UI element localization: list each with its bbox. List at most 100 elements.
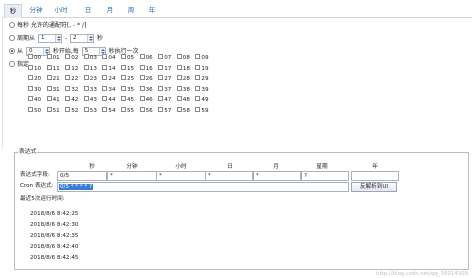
second-checkbox-item[interactable]: 21 [46,75,60,83]
week-field[interactable]: ? [301,171,349,181]
second-checkbox-item[interactable]: 22 [65,75,78,83]
second-checkbox-item[interactable]: 39 [195,85,209,94]
checkbox-icon[interactable] [195,75,201,81]
second-checkbox-item[interactable]: 43 [83,96,97,104]
checkbox-icon[interactable] [176,107,182,112]
second-checkbox-item[interactable]: 41 [46,96,60,104]
checkbox-icon[interactable] [83,96,89,102]
checkbox-icon[interactable] [158,96,164,102]
checkbox-icon[interactable] [158,54,164,59]
second-checkbox-item[interactable]: 59 [195,107,209,115]
second-checkbox-item[interactable]: 57 [158,107,171,115]
second-checkbox-item[interactable]: 23 [83,75,97,83]
checkbox-icon[interactable] [195,96,201,102]
checkbox-icon[interactable] [102,107,108,112]
checkbox-icon[interactable] [195,54,201,59]
cycle-from-spinner[interactable]: 1 [37,34,62,43]
checkbox-icon[interactable] [139,107,145,112]
second-checkbox-item[interactable]: 10 [28,64,41,73]
checkbox-icon[interactable] [176,96,182,102]
parse-to-ui-button[interactable]: 反解析到UI [351,182,397,192]
second-checkbox-item[interactable]: 38 [176,85,190,94]
second-checkbox-item[interactable]: 50 [28,107,41,115]
checkbox-icon[interactable] [121,85,126,91]
second-checkbox-item[interactable]: 32 [65,85,78,94]
second-checkbox-item[interactable]: 52 [65,107,78,115]
second-checkbox-item[interactable]: 53 [83,107,97,115]
checkbox-icon[interactable] [176,75,182,81]
checkbox-icon[interactable] [139,64,145,70]
second-checkbox-item[interactable]: 14 [102,64,116,73]
second-checkbox-item[interactable]: 15 [121,64,134,73]
spinner-arrows-icon[interactable] [54,35,61,42]
checkbox-icon[interactable] [65,85,71,91]
checkbox-icon[interactable] [176,85,182,91]
checkbox-icon[interactable] [65,107,71,112]
second-checkbox-item[interactable]: 34 [102,85,116,94]
second-checkbox-item[interactable]: 24 [102,75,116,83]
second-checkbox-item[interactable]: 48 [176,96,190,104]
checkbox-icon[interactable] [65,75,71,81]
checkbox-icon[interactable] [102,85,108,91]
second-checkbox-item[interactable]: 07 [158,54,171,62]
second-checkbox-item[interactable]: 00 [28,54,41,62]
checkbox-icon[interactable] [158,107,164,112]
checkbox-icon[interactable] [121,54,126,59]
checkbox-icon[interactable] [28,54,33,59]
second-checkbox-item[interactable]: 36 [139,85,153,94]
checkbox-icon[interactable] [158,64,164,70]
second-checkbox-item[interactable]: 58 [176,107,190,115]
second-checkbox-item[interactable]: 27 [158,75,171,83]
checkbox-icon[interactable] [139,75,145,81]
checkbox-icon[interactable] [46,64,52,70]
checkbox-icon[interactable] [176,64,182,70]
cron-expression-input[interactable]: 0/5 * * * * ? [57,182,349,192]
option-cycle[interactable]: 周期从 1 - 2 秒 [9,34,103,44]
checkbox-icon[interactable] [28,107,33,112]
checkbox-icon[interactable] [158,75,164,81]
second-checkbox-item[interactable]: 26 [139,75,153,83]
checkbox-icon[interactable] [46,54,52,59]
checkbox-icon[interactable] [139,85,145,91]
radio-icon[interactable] [9,21,15,28]
tab-month[interactable]: 月 [101,4,119,18]
second-checkbox-item[interactable]: 17 [158,64,171,73]
second-checkbox-item[interactable]: 55 [121,107,134,115]
second-checkbox-item[interactable]: 09 [195,54,209,62]
second-checkbox-item[interactable]: 19 [195,64,209,73]
second-checkbox-item[interactable]: 49 [195,96,209,104]
radio-selected-icon[interactable] [9,47,15,54]
checkbox-icon[interactable] [28,85,33,91]
checkbox-icon[interactable] [139,54,145,59]
second-checkbox-item[interactable]: 25 [121,75,134,83]
second-checkbox-item[interactable]: 11 [46,64,60,73]
second-checkbox-item[interactable]: 47 [158,96,171,104]
checkbox-icon[interactable] [83,75,89,81]
checkbox-icon[interactable] [195,85,201,91]
second-checkbox-item[interactable]: 29 [195,75,209,83]
checkbox-icon[interactable] [83,85,89,91]
radio-icon[interactable] [9,34,15,41]
checkbox-icon[interactable] [28,64,33,70]
second-checkbox-item[interactable]: 37 [158,85,171,94]
day-field[interactable]: * [205,171,253,181]
tab-year[interactable]: 年 [143,4,161,18]
second-checkbox-item[interactable]: 30 [28,85,41,94]
minute-field[interactable]: * [107,171,157,181]
second-checkbox-item[interactable]: 12 [65,64,78,73]
checkbox-icon[interactable] [176,54,182,59]
second-checkbox-item[interactable]: 54 [102,107,116,115]
second-checkbox-item[interactable]: 40 [28,96,41,104]
second-checkbox-item[interactable]: 35 [121,85,134,94]
checkbox-icon[interactable] [46,107,52,112]
second-checkbox-item[interactable]: 51 [46,107,60,115]
radio-icon[interactable] [9,60,15,67]
checkbox-icon[interactable] [102,64,108,70]
second-checkbox-item[interactable]: 31 [46,85,60,94]
cycle-to-spinner[interactable]: 2 [69,34,94,43]
checkbox-icon[interactable] [195,64,201,70]
second-checkbox-item[interactable]: 08 [176,54,190,62]
checkbox-icon[interactable] [83,64,89,70]
month-field[interactable]: * [253,171,301,181]
second-checkbox-item[interactable]: 56 [139,107,153,115]
